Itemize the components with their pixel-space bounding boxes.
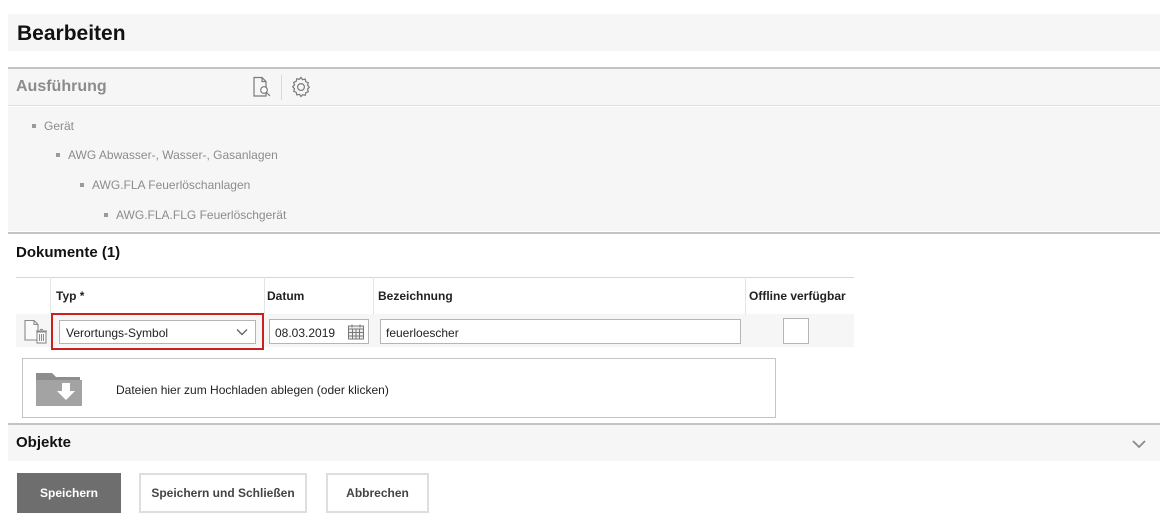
objects-section-header[interactable]: Objekte: [8, 425, 1160, 461]
execution-header: Ausführung: [8, 69, 1160, 106]
table-border: [16, 277, 854, 278]
name-field[interactable]: feuerloescher: [380, 319, 741, 344]
hierarchy-tree: Gerät AWG Abwasser-, Wasser-, Gasanlagen…: [8, 107, 1160, 231]
gear-icon[interactable]: [289, 75, 313, 99]
file-dropzone[interactable]: Dateien hier zum Hochladen ablegen (oder…: [22, 358, 776, 418]
type-select-value: Verortungs-Symbol: [66, 326, 169, 340]
date-field[interactable]: 08.03.2019: [269, 319, 369, 344]
objects-label: Objekte: [16, 434, 72, 451]
documents-title: Dokumente (1): [16, 244, 121, 261]
delete-document-icon[interactable]: [23, 319, 49, 345]
cancel-button[interactable]: Abbrechen: [326, 473, 429, 513]
offline-checkbox[interactable]: [783, 318, 809, 344]
page-title: Bearbeiten: [17, 22, 126, 45]
save-and-close-button[interactable]: Speichern und Schließen: [139, 473, 307, 513]
column-header-name[interactable]: Bezeichnung: [378, 289, 453, 303]
bullet-icon: [104, 212, 108, 217]
tree-item[interactable]: Gerät: [32, 119, 74, 133]
column-header-type[interactable]: Typ *: [56, 289, 84, 303]
tree-item[interactable]: AWG.FLA.FLG Feuerlöschgerät: [104, 208, 286, 222]
execution-label: Ausführung: [16, 78, 107, 95]
tree-item-label: AWG.FLA.FLG Feuerlöschgerät: [116, 208, 287, 222]
tree-item-label: AWG.FLA Feuerlöschanlagen: [92, 178, 251, 192]
bullet-icon: [32, 123, 36, 128]
type-select[interactable]: Verortungs-Symbol: [59, 320, 256, 344]
toolbar-separator: [281, 75, 282, 100]
calendar-icon[interactable]: [347, 323, 365, 344]
page-header: Bearbeiten: [8, 14, 1160, 51]
bullet-icon: [80, 182, 84, 187]
column-header-date[interactable]: Datum: [267, 289, 304, 303]
tree-item[interactable]: AWG.FLA Feuerlöschanlagen: [80, 178, 250, 192]
save-button[interactable]: Speichern: [17, 473, 121, 513]
chevron-down-icon[interactable]: [1130, 435, 1148, 456]
column-header-offline[interactable]: Offline verfügbar: [749, 289, 846, 303]
name-value: feuerloescher: [386, 326, 459, 340]
folder-download-icon: [34, 368, 86, 411]
document-search-icon[interactable]: [250, 75, 274, 99]
chevron-down-icon: [235, 325, 249, 342]
type-select-highlight: Verortungs-Symbol: [51, 313, 264, 350]
divider: [8, 232, 1160, 234]
date-value: 08.03.2019: [275, 326, 336, 340]
bullet-icon: [56, 152, 60, 157]
tree-item[interactable]: AWG Abwasser-, Wasser-, Gasanlagen: [56, 148, 278, 162]
tree-item-label: AWG Abwasser-, Wasser-, Gasanlagen: [68, 148, 278, 162]
tree-item-label: Gerät: [44, 119, 75, 133]
dropzone-text: Dateien hier zum Hochladen ablegen (oder…: [116, 383, 389, 397]
